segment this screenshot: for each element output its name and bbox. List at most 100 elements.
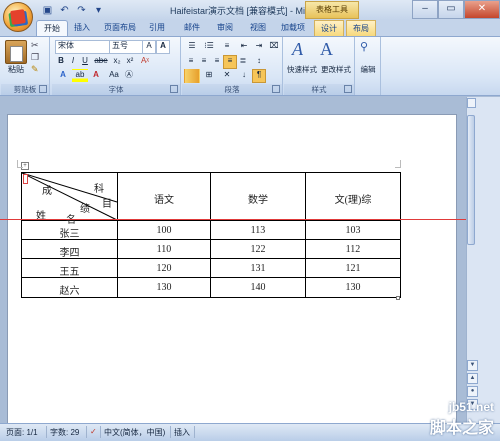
scroll-thumb[interactable]	[467, 115, 475, 245]
office-button[interactable]	[3, 2, 33, 32]
font-size-select[interactable]: 五号	[109, 40, 143, 54]
ruler-toggle-icon[interactable]	[467, 98, 476, 108]
align-left-icon[interactable]: ≡	[184, 55, 198, 69]
cut-icon[interactable]: ✂	[31, 40, 39, 51]
window-controls: – ▭ ✕	[412, 0, 500, 19]
diag-label-2: 科	[94, 184, 104, 195]
distributed-icon[interactable]: ≣	[236, 55, 250, 69]
font-group-label: 字体	[52, 84, 180, 95]
insert-mode[interactable]: 插入	[174, 427, 190, 438]
tab-references[interactable]: 引用	[145, 20, 169, 36]
watermark-site: jb51.net	[448, 400, 494, 414]
tab-mailings[interactable]: 邮件	[180, 20, 204, 36]
table-cell: 121	[345, 263, 361, 274]
save-icon[interactable]: ▣	[42, 5, 53, 16]
close-button[interactable]: ✕	[464, 0, 500, 19]
word-count[interactable]: 字数: 29	[50, 427, 79, 438]
table-cell: 112	[345, 244, 361, 255]
table-cell: 120	[156, 263, 172, 274]
row-name: 李四	[59, 248, 80, 259]
table-cell: 130	[345, 282, 361, 293]
paragraph-group-label: 段落	[182, 84, 282, 95]
customize-qat-icon[interactable]: ▾	[93, 5, 104, 16]
char-shading-icon[interactable]: Aa	[107, 69, 121, 83]
editing-label[interactable]: 编辑	[356, 64, 380, 75]
chinese-layout-icon[interactable]: ⌧	[267, 40, 281, 54]
asian-layout-icon[interactable]: ✕	[219, 69, 235, 83]
tab-insert[interactable]: 插入	[70, 20, 94, 36]
styles-launcher-icon[interactable]	[344, 85, 352, 93]
clipboard-launcher-icon[interactable]	[39, 85, 47, 93]
tab-page-layout[interactable]: 页面布局	[100, 20, 140, 36]
change-styles-label[interactable]: 更改样式	[318, 64, 354, 75]
col-header-comprehensive: 文(理)综	[334, 195, 372, 206]
superscript-icon[interactable]: x²	[123, 55, 137, 69]
tab-view[interactable]: 视图	[246, 20, 270, 36]
underline-icon[interactable]: U	[79, 55, 91, 69]
align-center-icon[interactable]: ≡	[197, 55, 211, 69]
table-cell: 140	[250, 282, 266, 293]
font-color-icon[interactable]: A	[89, 69, 103, 83]
select-browse-object-icon[interactable]: ●	[467, 386, 478, 397]
italic-icon[interactable]: I	[67, 55, 79, 69]
proofing-icon[interactable]: ✓	[90, 427, 97, 436]
minimize-button[interactable]: –	[412, 0, 438, 19]
borders-icon[interactable]: ⊞	[201, 69, 217, 83]
scroll-down-icon[interactable]: ▼	[467, 360, 478, 371]
bold-icon[interactable]: B	[55, 55, 67, 69]
enclose-char-icon[interactable]: Ⓐ	[122, 69, 136, 83]
line-spacing-icon[interactable]: ↕	[252, 55, 266, 69]
undo-icon[interactable]: ↶	[59, 5, 70, 16]
sort-icon[interactable]: ↓	[237, 69, 251, 83]
window-title: Haifeistar演示文档 [兼容模式] - Microsoft Word	[170, 6, 356, 16]
grow-font-icon[interactable]: A	[142, 40, 156, 54]
table-cell: 113	[250, 225, 266, 236]
clear-format-icon[interactable]: Aᵡ	[138, 55, 152, 69]
quick-access-toolbar: ▣ ↶ ↷ ▾	[38, 3, 104, 17]
copy-icon[interactable]: ❐	[31, 52, 39, 63]
score-table[interactable]: 成 科 绩 目 姓 名 语文 数学 文(理)综 张三 100 113 103 李…	[21, 172, 401, 298]
paste-icon[interactable]	[5, 40, 27, 64]
numbering-icon[interactable]: ⁝☰	[201, 40, 217, 54]
bullets-icon[interactable]: ☰	[184, 40, 200, 54]
change-case-icon[interactable]: A	[156, 40, 170, 54]
previous-page-icon[interactable]: ▲	[467, 373, 478, 384]
paragraph-launcher-icon[interactable]	[272, 85, 280, 93]
font-launcher-icon[interactable]	[170, 85, 178, 93]
tab-design[interactable]: 设计	[314, 20, 344, 37]
font-name-select[interactable]: 宋体	[55, 40, 111, 54]
page-count[interactable]: 页面: 1/1	[6, 427, 38, 438]
decrease-indent-icon[interactable]: ⇤	[237, 40, 251, 54]
margin-corner-mark-left	[17, 160, 23, 168]
tab-review[interactable]: 审阅	[213, 20, 237, 36]
paste-label[interactable]: 粘贴	[3, 64, 29, 75]
strikethrough-icon[interactable]: abe	[93, 55, 109, 69]
table-cell: 100	[156, 225, 172, 236]
quick-styles-label[interactable]: 快速样式	[284, 64, 320, 75]
maximize-button[interactable]: ▭	[438, 0, 464, 19]
tab-home[interactable]: 开始	[36, 20, 68, 37]
shading-icon[interactable]	[184, 69, 200, 83]
align-right-icon[interactable]: ≡	[210, 55, 224, 69]
highlight-icon[interactable]: ab	[72, 69, 88, 83]
paragraph-group: ☰ ⁝☰ ≡ ⇤ ⇥ ⌧ ≡ ≡ ≡ ≡ ≣ ↕ ⊞ ✕ ↓ ¶ 段落	[182, 37, 283, 95]
row-name: 王五	[59, 267, 80, 278]
clipboard-group: 粘贴 ✂ ❐ ✎ 剪贴板	[1, 37, 50, 95]
find-icon[interactable]: ⚲	[360, 40, 368, 53]
table-resize-handle-icon[interactable]	[396, 296, 400, 300]
language[interactable]: 中文(简体，中国)	[104, 427, 165, 438]
tab-addins[interactable]: 加载项	[278, 20, 308, 36]
multilevel-list-icon[interactable]: ≡	[219, 40, 235, 54]
change-styles-icon[interactable]: A	[320, 39, 333, 60]
col-header-chinese: 语文	[154, 195, 174, 206]
quick-styles-icon[interactable]: A	[292, 39, 303, 60]
subscript-icon[interactable]: x₂	[110, 55, 124, 69]
redo-icon[interactable]: ↷	[76, 5, 87, 16]
format-painter-icon[interactable]: ✎	[31, 64, 39, 75]
tab-layout[interactable]: 布局	[346, 20, 376, 37]
show-marks-icon[interactable]: ¶	[252, 69, 266, 83]
diag-label-1: 成	[42, 186, 52, 197]
increase-indent-icon[interactable]: ⇥	[252, 40, 266, 54]
text-effects-icon[interactable]: A	[55, 69, 71, 83]
justify-icon[interactable]: ≡	[223, 55, 237, 69]
